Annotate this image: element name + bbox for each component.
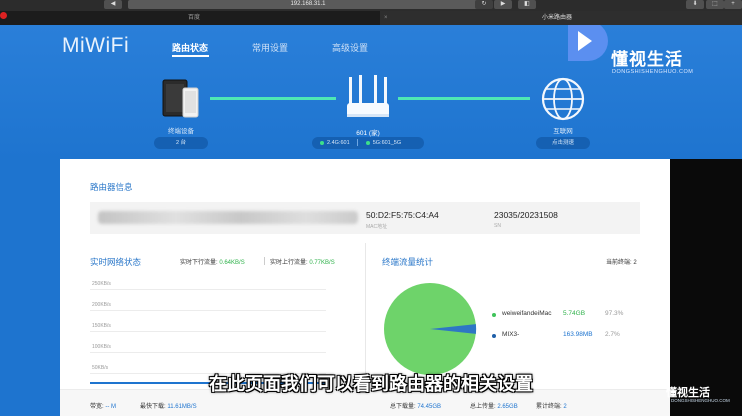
bandwidth-label: 带宽: (90, 404, 104, 410)
legend-dot-imac (492, 313, 496, 317)
router-admin-page: MiWiFi 路由状态 常用设置 高级设置 终端设备 2 台 601 (家) 2… (0, 25, 742, 416)
wifi-divider (357, 139, 359, 147)
legend-item-mix3: MIX3- (502, 331, 519, 338)
router-name: 601 (家) (356, 130, 380, 137)
traffic-pie-chart (384, 283, 477, 375)
bookmark-button[interactable]: ◧ (518, 0, 536, 9)
down-rate: 实时下行流量: 0.64KB/S (180, 257, 245, 266)
legend-imac-pct: 97.3% (605, 310, 624, 317)
tab-baidu[interactable]: 百度 (8, 11, 380, 25)
back-button[interactable]: ◀ (104, 0, 122, 9)
devices-node[interactable] (160, 77, 204, 121)
nav-active-indicator (172, 55, 209, 57)
watermark-logo-icon (568, 25, 608, 61)
sn-label: SN (494, 223, 501, 229)
up-rate-value: 0.77KB/S (309, 260, 335, 266)
fastest-download-label: 最快下载: (140, 404, 166, 410)
total-upload-label: 总上传量: (470, 404, 496, 410)
close-tab-icon[interactable]: × (384, 11, 388, 25)
address-bar[interactable]: 192.168.31.1 (128, 0, 488, 9)
record-icon (0, 12, 7, 19)
browser-toolbar: ◀ 192.168.31.1 ↻ ▶ ◧ ⬇ ⬚ + (0, 0, 742, 11)
mac-address: 50:D2:F5:75:C4:A4 (366, 210, 439, 220)
devices-label: 终端设备 (168, 128, 194, 135)
legend-item-imac: weiweifandeiMac (502, 310, 552, 317)
grid-line-200 (90, 310, 326, 311)
total-download: 总下载量: 74.45GB (390, 401, 441, 410)
legend-mix3-value: 163.98MB (563, 331, 593, 338)
y-tick-250: 250KB/s (92, 281, 111, 287)
speedtest-button[interactable]: 点击测速 (536, 137, 590, 149)
wifi-24-status-icon (320, 140, 324, 145)
link-router-internet (398, 97, 530, 100)
router-info-strip: 50:D2:F5:75:C4:A4 MAC地址 23035/20231508 S… (90, 202, 640, 234)
internet-node[interactable] (540, 76, 586, 122)
cumulative-devices-label: 累计终端: (536, 404, 562, 410)
wifi-5g-status-icon (365, 140, 370, 145)
video-subtitle: 在此页面我们可以看到路由器的相关设置 (209, 374, 533, 394)
blurred-info (98, 211, 358, 224)
router-info-title: 路由器信息 (90, 182, 133, 192)
total-upload-value: 2.65GB (497, 404, 518, 410)
down-rate-label: 实时下行流量: (180, 260, 218, 266)
bandwidth-value: -- M (105, 404, 117, 410)
serial-number: 23035/20231508 (494, 210, 558, 220)
rate-divider (264, 257, 265, 265)
tabs-button[interactable]: ⬚ (706, 0, 724, 9)
nav-advanced-settings[interactable]: 高级设置 (332, 41, 368, 54)
legend-dot-mix3 (492, 334, 496, 338)
link-devices-router (210, 97, 336, 100)
up-rate-label: 实时上行流量: (270, 260, 308, 266)
nav-common-settings[interactable]: 常用设置 (252, 41, 288, 54)
mac-label: MAC地址 (366, 224, 388, 230)
current-devices-value: 2 (633, 260, 637, 266)
legend-mix3-pct: 2.7% (605, 331, 620, 338)
legend-mix3-name: MIX3- (502, 331, 520, 338)
legend-imac-name: weiweifandeiMac (502, 310, 552, 317)
watermark-subtext: DONGSHISHENGHUO.COM (612, 69, 694, 75)
wifi-5g-label: 5G:601_5G (372, 140, 402, 146)
total-upload: 总上传量: 2.65GB (470, 401, 518, 410)
share-button[interactable]: ▶ (494, 0, 512, 9)
add-tab-button[interactable]: + (724, 0, 742, 9)
tab-bar: 百度 × 小米路由器 (0, 11, 742, 25)
nav-router-status[interactable]: 路由状态 (172, 41, 208, 54)
cumulative-devices: 累计终端: 2 (536, 401, 567, 410)
wifi-24-label: 2.4G:601 (327, 140, 350, 146)
devices-count-badge[interactable]: 2 台 (154, 137, 208, 149)
y-tick-200: 200KB/s (92, 302, 111, 308)
y-tick-100: 100KB/s (92, 344, 111, 350)
current-devices-label: 当前终端: (606, 260, 632, 266)
grid-line-100 (90, 352, 326, 353)
up-rate: 实时上行流量: 0.77KB/S (270, 257, 335, 266)
network-status-title: 实时网络状态 (90, 257, 142, 267)
grid-line-150 (90, 331, 326, 332)
globe-icon (541, 77, 585, 121)
reload-icon[interactable]: ↻ (475, 0, 493, 9)
grid-line-250 (90, 289, 326, 290)
total-download-value: 74.45GB (417, 404, 442, 410)
miwifi-logo: MiWiFi (62, 34, 130, 57)
legend-imac-value: 5.74GB (563, 310, 586, 317)
bandwidth: 带宽: -- M (90, 401, 116, 410)
y-tick-150: 150KB/s (92, 323, 111, 329)
current-devices: 当前终端: 2 (606, 257, 637, 266)
fastest-download-value: 11.61MB/S (167, 404, 197, 410)
wifi-status-badge[interactable]: 2.4G:601 5G:601_5G (312, 137, 424, 149)
devices-icon (162, 79, 199, 118)
watermark-corner-subtext: DONGSHISHENGHUO.COM (671, 398, 730, 403)
tab-router-label: 小米路由器 (542, 15, 573, 21)
router-node[interactable] (343, 73, 393, 123)
traffic-title: 终端流量统计 (382, 257, 434, 267)
cumulative-devices-value: 2 (563, 404, 567, 410)
router-icon (347, 75, 389, 117)
watermark-text: 懂视生活 (611, 50, 683, 69)
total-download-label: 总下载量: (390, 404, 416, 410)
tab-router[interactable]: × 小米路由器 (380, 11, 742, 25)
download-button[interactable]: ⬇ (686, 0, 704, 9)
down-rate-value: 0.64KB/S (219, 260, 245, 266)
fastest-download: 最快下载: 11.61MB/S (140, 401, 197, 410)
internet-label: 互联网 (553, 128, 573, 135)
